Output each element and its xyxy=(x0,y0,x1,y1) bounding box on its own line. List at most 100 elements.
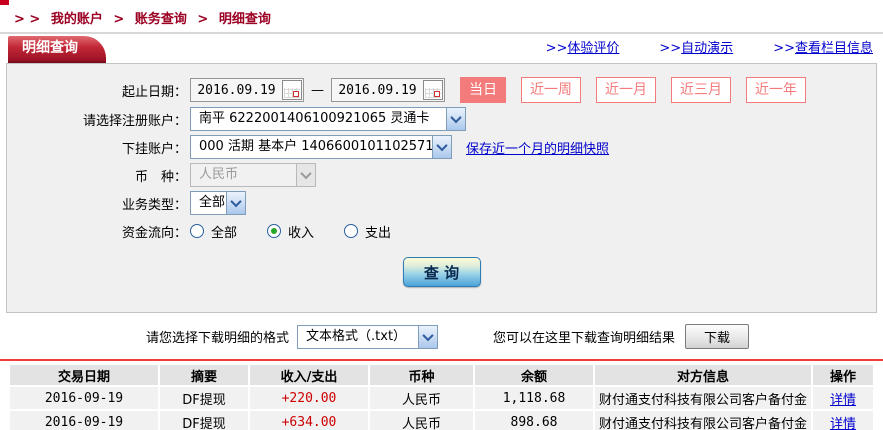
date-range-dash: — xyxy=(311,82,324,98)
query-button[interactable]: 查 询 xyxy=(402,257,481,287)
transactions-table: 交易日期 摘要 收入/支出 币种 余额 对方信息 操作 2016-09-19 D… xyxy=(8,363,875,430)
date-from-value: 2016.09.19 xyxy=(197,82,276,98)
cell-counterparty: 财付通支付科技有限公司客户备付金 xyxy=(595,387,811,409)
table-row: 2016-09-19 DF提现 +634.00 人民币 898.68 财付通支付… xyxy=(10,411,873,430)
chevron-down-icon xyxy=(418,325,438,348)
link-label: 查看栏目信息 xyxy=(794,41,873,56)
breadcrumb-account-query[interactable]: 账务查询 xyxy=(135,12,187,27)
chevron-down-icon xyxy=(446,108,465,130)
col-header-balance: 余额 xyxy=(475,365,593,385)
sub-account-label: 下挂账户： xyxy=(121,141,187,157)
fund-flow-row: 资金流向： 全部 收入 支出 xyxy=(7,219,876,243)
download-format-value: 文本格式（.txt） xyxy=(306,328,407,344)
col-header-currency: 币种 xyxy=(370,365,473,385)
quick-range-3months-button[interactable]: 近三月 xyxy=(671,77,731,103)
biz-type-value: 全部 xyxy=(199,195,226,210)
currency-row: 币 种： 人民币 xyxy=(7,163,876,187)
date-from-input[interactable]: 2016.09.19 xyxy=(190,78,304,102)
table-header-row: 交易日期 摘要 收入/支出 币种 余额 对方信息 操作 xyxy=(10,365,873,385)
quick-range-year-button[interactable]: 近一年 xyxy=(746,77,806,103)
quick-range-month-button[interactable]: 近一月 xyxy=(596,77,656,103)
cell-amount: +634.00 xyxy=(250,411,368,430)
register-account-value: 南平 6222001406100921065 灵通卡 xyxy=(199,111,430,126)
link-label: 自动演示 xyxy=(681,41,734,56)
calendar-icon[interactable] xyxy=(423,80,443,100)
currency-label: 币 种： xyxy=(134,169,187,185)
cell-currency: 人民币 xyxy=(370,411,473,430)
query-form-panel: 起止日期： 2016.09.19 — 2016.09.19 当日 近一周 近一月… xyxy=(6,63,877,313)
link-arrows: >> xyxy=(659,41,682,56)
table-row: 2016-09-19 DF提现 +220.00 人民币 1,118.68 财付通… xyxy=(10,387,873,409)
sub-account-row: 下挂账户： 000 活期 基本户 1406600101102571848 保存近… xyxy=(7,135,876,159)
flow-radio-income-label: 收入 xyxy=(288,225,315,241)
detail-query-page: > > 我的账户 > 账务查询 > 明细查询 明细查询 >>体验评价 >>自动演… xyxy=(0,0,883,430)
cell-counterparty: 财付通支付科技有限公司客户备付金 xyxy=(595,411,811,430)
radio-icon xyxy=(344,224,359,238)
flow-radio-expense-label: 支出 xyxy=(365,225,392,241)
flow-radio-expense[interactable]: 支出 xyxy=(344,222,391,241)
cell-balance: 898.68 xyxy=(475,411,593,430)
header-links: >>体验评价 >>自动演示 >>查看栏目信息 xyxy=(546,37,883,63)
flow-radio-all[interactable]: 全部 xyxy=(190,222,237,241)
cell-date: 2016-09-19 xyxy=(10,387,158,409)
biz-type-select[interactable]: 全部 xyxy=(190,191,246,215)
breadcrumb-separator: > xyxy=(113,12,125,27)
col-header-amount: 收入/支出 xyxy=(250,365,368,385)
date-to-input[interactable]: 2016.09.19 xyxy=(331,78,445,102)
link-auto-demo[interactable]: >>自动演示 xyxy=(659,37,733,56)
breadcrumb-arrows: > > xyxy=(14,12,41,27)
currency-select: 人民币 xyxy=(190,163,316,187)
date-to-value: 2016.09.19 xyxy=(338,82,417,98)
query-button-row: 查 询 xyxy=(7,257,876,287)
sub-account-select[interactable]: 000 活期 基本户 1406600101102571848 xyxy=(190,135,452,159)
quick-range-today-button[interactable]: 当日 xyxy=(460,77,506,103)
fund-flow-label: 资金流向： xyxy=(121,225,187,241)
link-arrows: >> xyxy=(545,41,568,56)
register-account-select[interactable]: 南平 6222001406100921065 灵通卡 xyxy=(190,107,466,131)
currency-value: 人民币 xyxy=(199,167,239,182)
tab-row: 明细查询 >>体验评价 >>自动演示 >>查看栏目信息 xyxy=(0,36,883,63)
cell-summary: DF提现 xyxy=(160,387,248,409)
flow-radio-income[interactable]: 收入 xyxy=(267,222,314,241)
download-hint: 您可以在这里下载查询明细结果 xyxy=(493,331,676,346)
cell-currency: 人民币 xyxy=(370,387,473,409)
radio-checked-icon xyxy=(267,224,282,238)
calendar-icon[interactable] xyxy=(282,80,302,100)
chevron-down-icon xyxy=(432,136,451,158)
col-header-counterparty: 对方信息 xyxy=(595,365,811,385)
chevron-down-icon xyxy=(226,192,245,214)
breadcrumb: > > 我的账户 > 账务查询 > 明细查询 xyxy=(0,0,883,34)
link-label: 体验评价 xyxy=(567,41,620,56)
download-button[interactable]: 下载 xyxy=(685,324,750,349)
save-snapshot-link[interactable]: 保存近一个月的明细快照 xyxy=(466,138,609,157)
link-experience-review[interactable]: >>体验评价 xyxy=(546,37,620,56)
cell-balance: 1,118.68 xyxy=(475,387,593,409)
col-header-date: 交易日期 xyxy=(10,365,158,385)
col-header-action: 操作 xyxy=(813,365,873,385)
breadcrumb-detail-query[interactable]: 明细查询 xyxy=(219,12,271,27)
download-row: 请您选择下载明细的格式 文本格式（.txt） 您可以在这里下载查询明细结果 下载 xyxy=(0,324,883,349)
sub-account-value: 000 活期 基本户 1406600101102571848 xyxy=(199,139,432,154)
corner-decoration xyxy=(0,0,9,5)
cell-date: 2016-09-19 xyxy=(10,411,158,430)
breadcrumb-separator: > xyxy=(197,12,209,27)
biz-type-label: 业务类型： xyxy=(121,197,187,213)
biz-type-row: 业务类型： 全部 xyxy=(7,191,876,215)
col-header-summary: 摘要 xyxy=(160,365,248,385)
detail-link[interactable]: 详情 xyxy=(830,393,856,408)
red-divider xyxy=(0,359,883,361)
detail-link[interactable]: 详情 xyxy=(830,417,856,430)
radio-icon xyxy=(190,224,204,238)
tab-title: 明细查询 xyxy=(22,40,78,56)
quick-range-week-button[interactable]: 近一周 xyxy=(521,77,581,103)
breadcrumb-my-account[interactable]: 我的账户 xyxy=(51,12,103,27)
cell-summary: DF提现 xyxy=(160,411,248,430)
tab-detail-query[interactable]: 明细查询 xyxy=(8,36,106,63)
chevron-down-icon xyxy=(296,164,315,186)
date-range-row: 起止日期： 2016.09.19 — 2016.09.19 当日 近一周 近一月… xyxy=(7,77,876,103)
date-range-label: 起止日期： xyxy=(121,84,187,100)
download-format-select[interactable]: 文本格式（.txt） xyxy=(297,324,439,349)
download-format-label: 请您选择下载明细的格式 xyxy=(146,331,290,346)
link-view-column-info[interactable]: >>查看栏目信息 xyxy=(773,37,873,56)
register-account-row: 请选择注册账户： 南平 6222001406100921065 灵通卡 xyxy=(7,107,876,131)
